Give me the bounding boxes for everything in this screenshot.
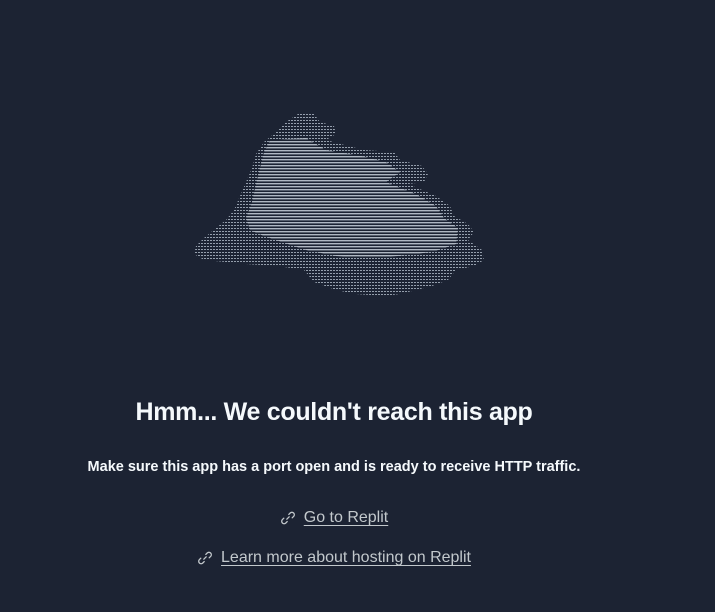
error-page: Hmm... We couldn't reach this app Make s… <box>0 0 715 612</box>
link-icon <box>280 510 296 526</box>
go-to-replit-link[interactable]: Go to Replit <box>280 509 388 527</box>
error-title: Hmm... We couldn't reach this app <box>135 398 533 426</box>
error-message: Make sure this app has a port open and i… <box>87 459 581 475</box>
learn-more-hosting-label: Learn more about hosting on Replit <box>221 549 471 566</box>
go-to-replit-label: Go to Replit <box>303 509 389 526</box>
learn-more-hosting-link[interactable]: Learn more about hosting on Replit <box>197 549 471 567</box>
ascii-cloud-icon <box>194 114 484 296</box>
link-icon <box>197 550 213 566</box>
